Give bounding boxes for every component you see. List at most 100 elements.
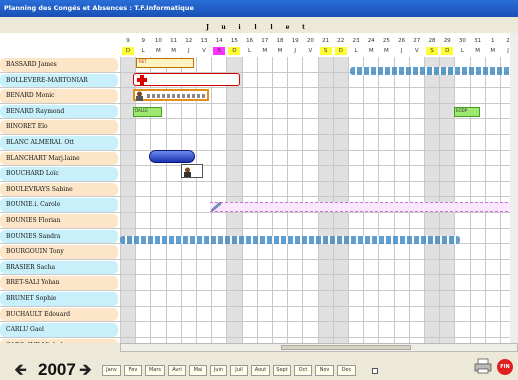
employee-name[interactable]: BLANC ALMERAI. Ott <box>0 136 118 150</box>
employee-name[interactable]: BOLLEVERE-MARTONIAR <box>0 73 118 88</box>
absence-bar-capsule[interactable] <box>149 150 195 163</box>
employee-row[interactable]: BLANCHART Marj.laine <box>0 151 518 167</box>
absence-bar-eodp[interactable]: EODP <box>454 107 480 117</box>
mission-person-icon <box>184 167 191 177</box>
employee-name[interactable]: BASSARD James <box>0 58 118 72</box>
day-number: 31 <box>474 38 482 44</box>
day-column-header[interactable]: 22 D <box>333 33 349 57</box>
day-number: 16 <box>246 38 254 44</box>
day-column-header[interactable]: 11 M <box>166 33 182 57</box>
employee-row[interactable]: BRUNET Sophie <box>0 291 518 307</box>
day-column-header[interactable]: 19 J <box>287 33 303 57</box>
day-column-header[interactable]: 20 V <box>302 33 318 57</box>
employee-name[interactable]: BRASIER Sacha <box>0 260 118 275</box>
day-column-header[interactable]: 13 V <box>196 33 212 57</box>
day-letter: M <box>156 48 161 54</box>
absence-bar-ret[interactable]: RET <box>136 58 194 68</box>
day-column-header[interactable]: 10 M <box>150 33 166 57</box>
employee-name[interactable]: BOURGOUIN Tony <box>0 245 118 259</box>
month-button[interactable]: Oct <box>294 365 312 376</box>
day-column-header[interactable]: 27 V <box>409 33 425 57</box>
day-column-header[interactable]: 30 L <box>454 33 470 57</box>
day-column-header[interactable]: 29 D <box>439 33 455 57</box>
month-button[interactable]: Fev <box>124 365 142 376</box>
vertical-scrollbar[interactable] <box>510 33 518 343</box>
scroll-thumb[interactable] <box>281 345 411 350</box>
day-number: 18 <box>276 38 284 44</box>
absence-bar-wave-1[interactable] <box>350 67 516 75</box>
employee-name[interactable]: BOUNIES Sandra <box>0 229 118 244</box>
prev-year-arrow-icon[interactable]: 🡸 <box>14 362 27 378</box>
day-letter: S <box>426 47 438 55</box>
employee-row[interactable]: BOURGOUIN Tony <box>0 244 518 260</box>
employee-name[interactable]: BINORET Elo <box>0 120 118 134</box>
employee-row[interactable]: BRASIER Sacha <box>0 260 518 276</box>
employee-name[interactable]: BOUNIE.i. Carole <box>0 198 118 212</box>
employee-name[interactable]: BOUCHARD Loïc <box>0 167 118 181</box>
employee-name[interactable]: BRET-SALI Yohan <box>0 276 118 290</box>
employee-row[interactable]: BOUCHARD Loïc <box>0 166 518 182</box>
employee-name[interactable]: BLANCHART Marj.laine <box>0 151 118 166</box>
employee-row[interactable]: BRET-SALI Yohan <box>0 275 518 291</box>
red-cross-icon <box>137 75 147 85</box>
month-button[interactable]: Mai <box>189 365 207 376</box>
month-button[interactable]: Mars <box>145 365 165 376</box>
month-button[interactable]: Nov <box>315 365 334 376</box>
employee-row[interactable]: BUCHAULT Edouard <box>0 307 518 323</box>
day-column-header[interactable]: 16 L <box>242 33 258 57</box>
month-button[interactable]: Avri <box>168 365 186 376</box>
employee-name[interactable]: CARO..INE Michel <box>0 338 118 343</box>
month-checkbox[interactable] <box>372 368 378 374</box>
day-column-header[interactable]: 9L <box>135 33 151 57</box>
day-column-header[interactable]: 25 M <box>378 33 394 57</box>
day-letter: M <box>384 48 389 54</box>
next-year-arrow-icon[interactable]: 🡺 <box>79 362 92 378</box>
day-number: 29 <box>443 38 451 44</box>
absence-bar-mission[interactable] <box>181 164 203 178</box>
printer-icon[interactable] <box>474 358 492 374</box>
month-button[interactable]: Sept <box>273 365 291 376</box>
employee-name[interactable]: BENARD Monic <box>0 89 118 103</box>
employee-row[interactable]: BENARD Monic <box>0 88 518 104</box>
planning-grid[interactable]: 9 D 9 L 10 M 11 M 12 J 13 V 14 S 15 D 16 L 17 M 18 M 19 J 20 V 21 S… <box>0 33 518 343</box>
absence-bar-sick[interactable] <box>133 73 240 86</box>
employee-row[interactable]: BOUNIES Florian <box>0 213 518 229</box>
day-column-header[interactable]: 23 L <box>348 33 364 57</box>
exit-button[interactable]: FIN <box>497 359 513 375</box>
employee-row[interactable]: BOULEVRAYS Sabine <box>0 182 518 198</box>
day-letter: J <box>187 48 190 54</box>
day-column-header[interactable]: 24 M <box>363 33 379 57</box>
employee-name[interactable]: BOUNIES Florian <box>0 214 118 228</box>
employee-row[interactable]: CARLU Gael <box>0 322 518 338</box>
employee-name[interactable]: BOULEVRAYS Sabine <box>0 182 118 197</box>
day-column-header[interactable]: 31 M <box>470 33 486 57</box>
day-column-header[interactable]: 1M <box>485 33 501 57</box>
employee-row[interactable]: BENARD Raymond <box>0 104 518 120</box>
day-column-header[interactable]: 12 J <box>181 33 197 57</box>
month-button[interactable]: Janv <box>102 365 121 376</box>
day-column-header[interactable]: 26 J <box>394 33 410 57</box>
month-button[interactable]: Aout <box>251 365 270 376</box>
month-button[interactable]: Dec <box>337 365 356 376</box>
day-column-header[interactable]: 15 D <box>226 33 242 57</box>
day-column-header[interactable]: 14 S <box>211 33 227 57</box>
employee-row[interactable]: BLANC ALMERAI. Ott <box>0 135 518 151</box>
day-column-header[interactable]: 21 S <box>318 33 334 57</box>
employee-row[interactable]: BINORET Elo <box>0 119 518 135</box>
absence-bar-pink[interactable] <box>210 202 518 212</box>
employee-name[interactable]: BENARD Raymond <box>0 104 118 119</box>
employee-name[interactable]: CARLU Gael <box>0 323 118 337</box>
absence-bar-training[interactable] <box>133 89 209 101</box>
day-column-header[interactable]: 18 M <box>272 33 288 57</box>
day-column-header[interactable]: 17 M <box>257 33 273 57</box>
day-column-header[interactable]: 28 S <box>424 33 440 57</box>
day-number: 19 <box>291 38 299 44</box>
absence-bar-wave-2[interactable] <box>120 236 460 244</box>
employee-name[interactable]: BRUNET Sophie <box>0 292 118 306</box>
employee-name[interactable]: BUCHAULT Edouard <box>0 307 118 322</box>
horizontal-scrollbar[interactable] <box>120 343 518 352</box>
month-button[interactable]: Juil <box>230 365 248 376</box>
month-button[interactable]: Juin <box>210 365 227 376</box>
absence-bar-dalle[interactable]: DALLE <box>133 107 162 117</box>
day-column-header[interactable]: 9D <box>120 33 136 57</box>
